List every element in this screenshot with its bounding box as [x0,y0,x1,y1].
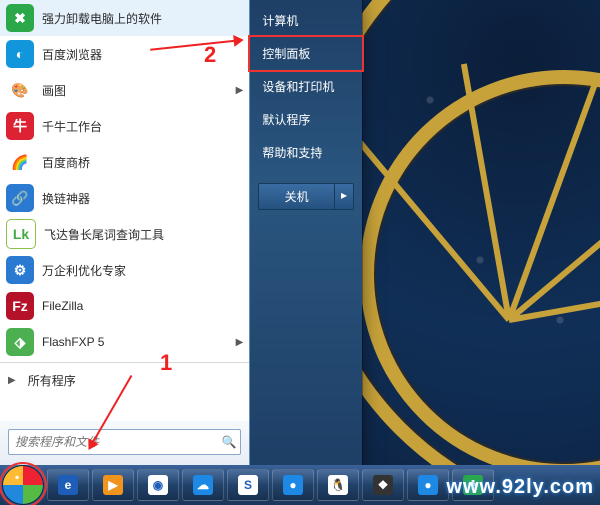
start-menu-app[interactable]: 🌈 百度商桥 [0,144,249,180]
start-menu-app[interactable]: 🎨 画图 ▶ [0,72,249,108]
start-menu-app[interactable]: Fz FileZilla [0,288,249,324]
uninstall-icon: ✖ [6,4,34,32]
app-label: 千牛工作台 [42,118,102,135]
sogou-icon: S [238,475,258,495]
shutdown-group: 关机 ▸ [258,183,354,210]
taskbar-button[interactable]: e [47,469,89,501]
app-label: 百度浏览器 [42,46,102,63]
taskbar-button[interactable]: ▶ [92,469,134,501]
submenu-arrow-icon: ▶ [236,85,244,96]
app-label: FlashFXP 5 [42,335,104,349]
annotation-number-2: 2 [204,42,216,68]
filezilla-icon: Fz [6,292,34,320]
divider [0,362,249,363]
annotation-number-1: 1 [160,350,172,376]
shutdown-button[interactable]: 关机 [258,183,334,210]
app-label: 飞达鲁长尾词查询工具 [44,226,164,243]
wmp-icon: ▶ [103,475,123,495]
flashfxp-icon: ⬗ [6,328,34,356]
taskbar-button[interactable]: ☁ [182,469,224,501]
search-icon: 🔍 [218,435,240,449]
search-box[interactable]: 🔍 [8,429,241,455]
taskbar-button[interactable]: ● [272,469,314,501]
start-menu-right-item[interactable]: 计算机 [250,4,362,37]
start-menu-app[interactable]: ⚙ 万企利优化专家 [0,252,249,288]
app-label: 百度商桥 [42,154,90,171]
start-menu-app[interactable]: ✖ 强力卸载电脑上的软件 [0,0,249,36]
search-area: 🔍 [0,421,249,465]
paint-icon: 🎨 [6,76,34,104]
app-label: 换链神器 [42,190,90,207]
ie-icon: e [58,475,78,495]
start-menu: ✖ 强力卸载电脑上的软件 ◐ 百度浏览器 🎨 画图 ▶ 牛千牛工作台 🌈 百度商桥 🔗 换链神器 Lk 飞… [0,0,362,465]
all-programs[interactable]: ▶ 所有程序 [0,365,249,395]
qianniu-icon: 牛 [6,112,34,140]
baidu-browser-icon: ◐ [6,40,34,68]
start-menu-app[interactable]: ⬗ FlashFXP 5 ▶ [0,324,249,360]
start-menu-right-item[interactable]: 控制面板 [250,37,362,70]
chrome-icon: ◉ [148,475,168,495]
start-button[interactable] [2,465,44,505]
chevron-right-icon: ▶ [8,375,16,386]
start-menu-right-item[interactable]: 帮助和支持 [250,136,362,169]
start-menu-app[interactable]: Lk 飞达鲁长尾词查询工具 [0,216,249,252]
start-menu-app[interactable]: 牛千牛工作台 [0,108,249,144]
start-menu-left-pane: ✖ 强力卸载电脑上的软件 ◐ 百度浏览器 🎨 画图 ▶ 牛千牛工作台 🌈 百度商桥 🔗 换链神器 Lk 飞… [0,0,250,465]
app8-icon: ❖ [373,475,393,495]
submenu-arrow-icon: ▶ [236,337,244,348]
qq-icon: 🐧 [328,475,348,495]
app-label: 强力卸载电脑上的软件 [42,10,162,27]
taskbar-button[interactable]: S [227,469,269,501]
all-programs-label: 所有程序 [28,372,76,389]
taskbar-button[interactable]: ❖ [362,469,404,501]
app-label: 万企利优化专家 [42,262,126,279]
shangqiao-icon: 🌈 [6,148,34,176]
start-menu-right-item[interactable]: 设备和打印机 [250,70,362,103]
qqbrowser-icon: ● [283,475,303,495]
start-menu-right-item[interactable]: 默认程序 [250,103,362,136]
wanqili-icon: ⚙ [6,256,34,284]
start-menu-right-pane: 计算机控制面板设备和打印机默认程序帮助和支持 关机 ▸ [250,0,362,465]
search-input[interactable] [9,435,218,449]
app-label: FileZilla [42,299,83,313]
watermark: www.92ly.com [446,476,594,499]
link-tool-icon: 🔗 [6,184,34,212]
app-label: 画图 [42,82,66,99]
start-menu-app[interactable]: 🔗 换链神器 [0,180,249,216]
feidalu-icon: Lk [6,219,36,249]
shutdown-options-button[interactable]: ▸ [334,183,354,210]
screen: ✖ 强力卸载电脑上的软件 ◐ 百度浏览器 🎨 画图 ▶ 牛千牛工作台 🌈 百度商桥 🔗 换链神器 Lk 飞… [0,0,600,505]
taskbar-button[interactable]: ● [407,469,449,501]
browser2-icon: ● [418,475,438,495]
cloud-icon: ☁ [193,475,213,495]
taskbar-button[interactable]: ◉ [137,469,179,501]
taskbar-button[interactable]: 🐧 [317,469,359,501]
